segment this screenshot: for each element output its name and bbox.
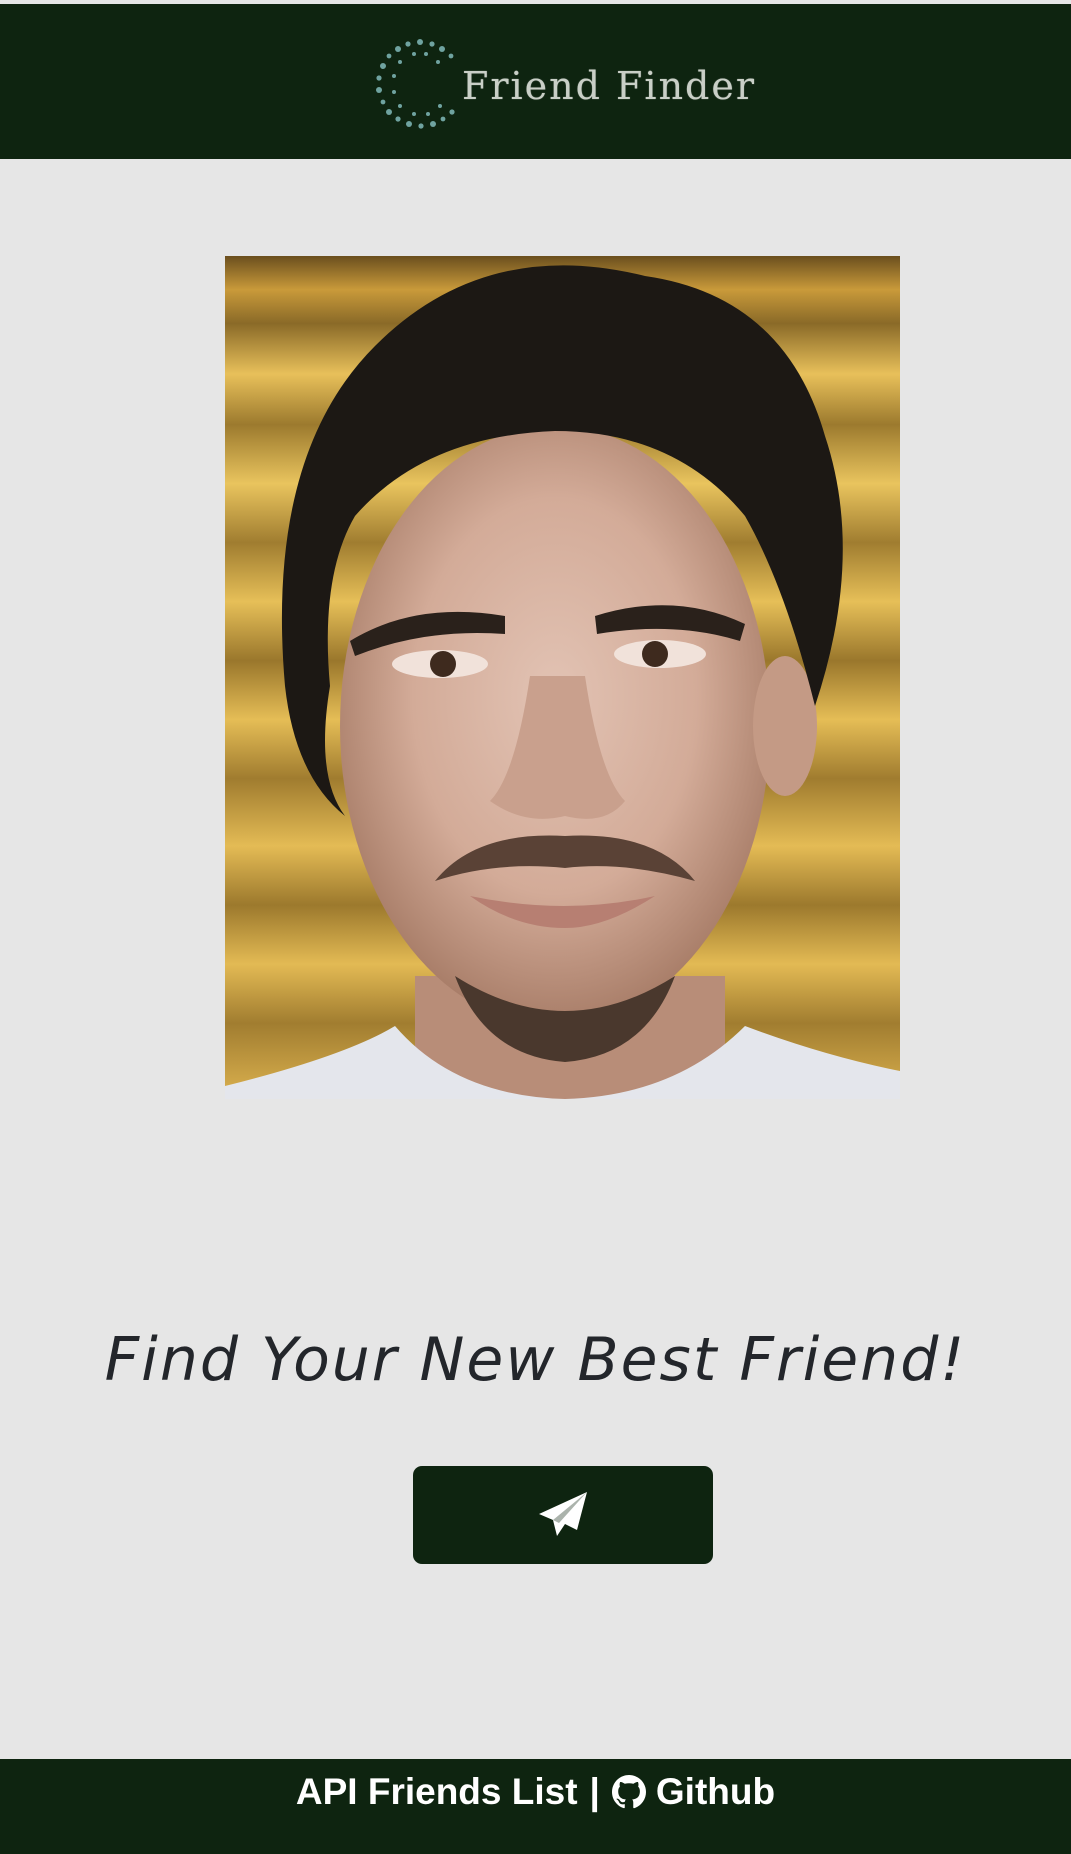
github-link-label: Github <box>655 1771 776 1812</box>
profile-photo <box>225 256 900 1099</box>
api-friends-list-link[interactable]: API Friends List <box>296 1771 578 1813</box>
dotted-ring-logo-icon <box>376 39 455 129</box>
tagline-heading: Find Your New Best Friend! <box>104 1325 967 1395</box>
footer: API Friends List | Github <box>0 1759 1071 1854</box>
github-icon <box>611 1775 646 1809</box>
brand-logo[interactable]: Friend Finder <box>370 34 756 134</box>
footer-separator: | <box>589 1771 600 1812</box>
github-link[interactable]: Github <box>611 1771 776 1813</box>
send-button[interactable] <box>413 1466 713 1564</box>
brand-name: Friend Finder <box>462 64 757 108</box>
paper-plane-icon <box>539 1492 587 1536</box>
top-navbar: Friend Finder <box>0 4 1071 159</box>
